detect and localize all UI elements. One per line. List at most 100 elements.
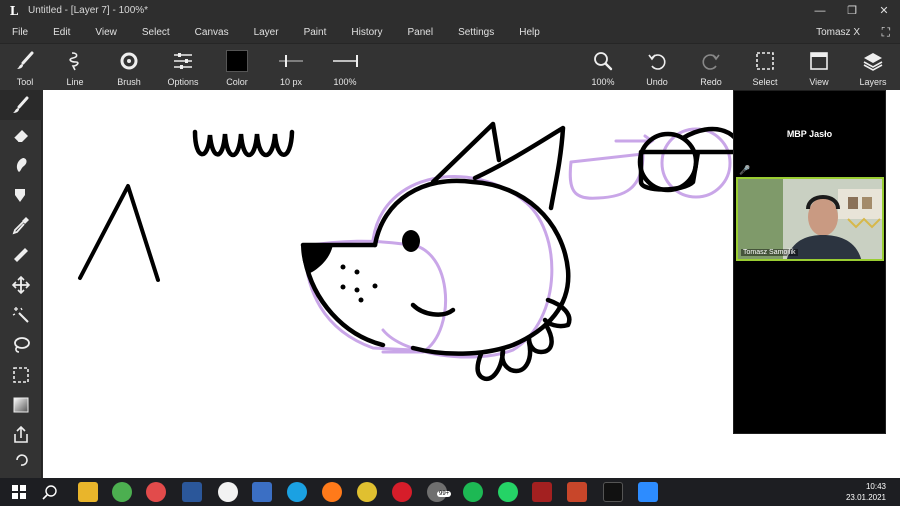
rect-select-tool-icon — [13, 367, 29, 383]
select-icon — [756, 52, 774, 70]
layers-icon — [863, 53, 883, 71]
size-slider-icon — [279, 55, 303, 67]
opacity-slider[interactable]: 100% — [320, 44, 370, 91]
move-tool[interactable] — [0, 270, 42, 300]
eyedropper-tool-icon — [12, 217, 29, 235]
menu-panel[interactable]: Panel — [400, 27, 442, 38]
redo-button[interactable]: Redo — [686, 44, 736, 91]
layers-button[interactable]: Layers — [848, 44, 898, 91]
ruler-tool-icon — [14, 248, 28, 262]
app-w-icon[interactable] — [218, 482, 238, 502]
redo-icon — [702, 54, 720, 70]
tool-button[interactable]: Tool — [0, 44, 50, 91]
view-button[interactable]: View — [794, 44, 844, 91]
size-label: 10 px — [279, 77, 303, 87]
participant-video[interactable]: Tomasz Samojlik — [736, 177, 884, 261]
menu-select[interactable]: Select — [134, 27, 178, 38]
word-icon[interactable] — [182, 482, 202, 502]
fill-tool-icon — [15, 189, 25, 202]
room-name: MBP Jasło — [786, 129, 833, 139]
eyedropper-tool[interactable] — [0, 210, 42, 240]
zigzag-stroke — [192, 129, 295, 157]
powerpoint-icon[interactable] — [567, 482, 587, 502]
more-tool[interactable] — [0, 450, 42, 468]
layers-label: Layers — [859, 77, 887, 87]
menu-view[interactable]: View — [87, 27, 125, 38]
menu-layer[interactable]: Layer — [246, 27, 287, 38]
system-clock[interactable]: 10:43 23.01.2021 — [846, 481, 886, 503]
freckle — [340, 264, 346, 270]
opera-icon[interactable] — [392, 482, 412, 502]
peak-stroke — [78, 184, 160, 282]
magic-wand-tool-icon — [12, 307, 29, 323]
view-icon — [810, 52, 828, 70]
app-bug-icon[interactable] — [532, 482, 552, 502]
magnifier-icon — [594, 52, 613, 71]
eraser-tool[interactable] — [0, 120, 42, 150]
line-button[interactable]: Line — [50, 44, 100, 91]
fullscreen-icon[interactable]: ⛶ — [882, 25, 890, 40]
window-title: Untitled - [Layer 7] - 100%* — [28, 5, 149, 16]
spotify-icon[interactable] — [463, 482, 483, 502]
chrome-icon[interactable] — [357, 482, 377, 502]
options-label: Options — [167, 77, 199, 87]
windows-start-icon[interactable] — [9, 482, 29, 502]
color-label: Color — [226, 77, 248, 87]
menu-edit[interactable]: Edit — [45, 27, 78, 38]
gradient-tool[interactable] — [0, 390, 42, 420]
app-logo: L — [9, 3, 19, 18]
redo-label: Redo — [700, 77, 722, 87]
firefox-icon[interactable] — [322, 482, 342, 502]
notification-badge: 99+ — [437, 491, 452, 497]
menu-paint[interactable]: Paint — [296, 27, 335, 38]
edge-icon[interactable] — [287, 482, 307, 502]
brush-tool[interactable] — [0, 90, 42, 120]
zoom-label: 100% — [591, 77, 615, 87]
paint-app-taskbar-icon[interactable] — [603, 482, 623, 502]
brush-button[interactable]: Brush — [104, 44, 154, 91]
rect-select-tool[interactable] — [0, 360, 42, 390]
freckle — [372, 283, 378, 289]
brush-size-slider[interactable]: 10 px — [266, 44, 316, 91]
options-icon — [174, 53, 192, 69]
file-explorer-icon[interactable] — [78, 482, 98, 502]
maximize-button[interactable]: ❐ — [836, 4, 868, 17]
dog-nose — [301, 244, 333, 274]
ruler-tool[interactable] — [0, 240, 42, 270]
freckle — [354, 287, 360, 293]
smudge-tool[interactable] — [0, 150, 42, 180]
share-tool[interactable] — [0, 420, 42, 450]
whatsapp-icon[interactable] — [498, 482, 518, 502]
magic-wand-tool[interactable] — [0, 300, 42, 330]
menu-history[interactable]: History — [343, 27, 390, 38]
dog-head — [372, 178, 571, 356]
select-button[interactable]: Select — [740, 44, 790, 91]
select-label: Select — [752, 77, 778, 87]
zoom-icon[interactable] — [638, 482, 658, 502]
menu-file[interactable]: File — [4, 27, 36, 38]
zoom-button[interactable]: 100% — [578, 44, 628, 91]
close-button[interactable]: ✕ — [868, 4, 900, 17]
undo-button[interactable]: Undo — [632, 44, 682, 91]
user-name[interactable]: Tomasz X — [816, 27, 860, 38]
menu-help[interactable]: Help — [511, 27, 548, 38]
app-red-icon[interactable] — [146, 482, 166, 502]
gradient-tool-icon — [13, 397, 29, 413]
app-leaf-icon[interactable] — [112, 482, 132, 502]
lasso-tool[interactable] — [0, 330, 42, 360]
freckle — [340, 284, 346, 290]
minimize-button[interactable]: — — [804, 5, 836, 17]
search-icon[interactable] — [40, 482, 60, 502]
muted-mic-icon: 🎤 — [739, 165, 751, 175]
brush-label: Brush — [117, 77, 141, 87]
menu-settings[interactable]: Settings — [450, 27, 502, 38]
options-button[interactable]: Options — [158, 44, 208, 91]
color-button[interactable]: Color — [212, 44, 262, 91]
dog-mouth — [410, 302, 456, 317]
lasso-tool-icon — [14, 337, 30, 353]
app-window: L Untitled - [Layer 7] - 100%* — ❐ ✕ Fil… — [0, 0, 900, 506]
save-disk-icon[interactable] — [252, 482, 272, 502]
fill-tool[interactable] — [0, 180, 42, 210]
menu-bar: File Edit View Select Canvas Layer Paint… — [0, 21, 900, 43]
menu-canvas[interactable]: Canvas — [187, 27, 237, 38]
